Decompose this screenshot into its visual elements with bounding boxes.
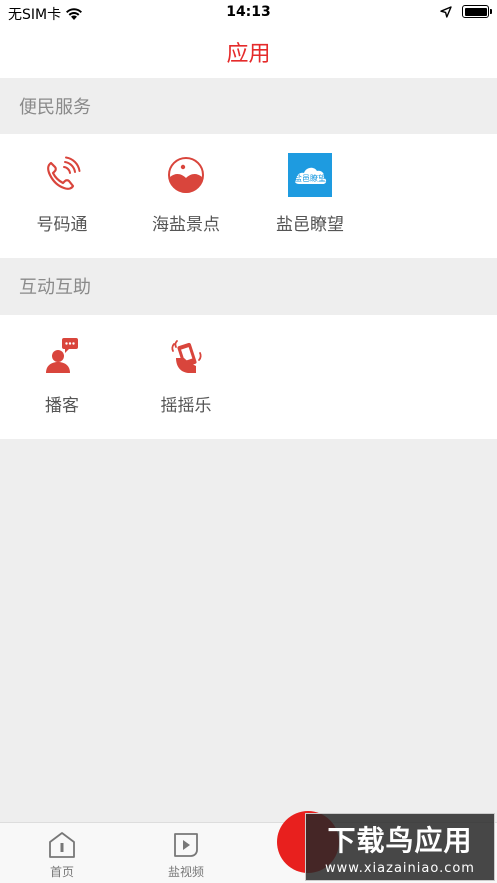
location-arrow-icon (440, 5, 452, 18)
watermark-text: 下载鸟应用 (327, 823, 473, 857)
video-icon (174, 833, 198, 857)
section-title: 便民服务 (19, 97, 91, 118)
watermark: 下载鸟应用 www.xiazainiao.com (305, 813, 495, 881)
app-item-haomatong[interactable]: 号码通 (0, 152, 124, 235)
watermark-url: www.xiazainiao.com (325, 860, 475, 876)
tab-label: 首页 (49, 865, 74, 879)
cloud-logo-icon: 盐邑瞭望 (287, 152, 333, 198)
section-header-services: 便民服务 (0, 78, 497, 134)
podcast-user-icon (39, 333, 85, 379)
home-icon (49, 832, 75, 858)
section-body-services: 号码通 海盐景点 盐邑瞭望 盐邑瞭望 (0, 134, 497, 258)
app-item-shake[interactable]: 摇摇乐 (124, 333, 248, 416)
tab-label: 盐视频 (167, 865, 204, 879)
app-label: 盐邑瞭望 (276, 215, 344, 235)
logo-text: 盐邑瞭望 (294, 173, 326, 183)
tab-home[interactable]: 首页 (0, 831, 124, 880)
battery-icon (462, 5, 492, 18)
app-label: 播客 (45, 396, 79, 416)
section-header-interaction: 互动互助 (0, 258, 497, 314)
status-bar: 无SIM卡 14:13 (0, 0, 497, 26)
shake-hand-icon (163, 333, 209, 379)
tab-video[interactable]: 盐视频 (124, 831, 248, 880)
app-item-podcast[interactable]: 播客 (0, 333, 124, 416)
app-label: 号码通 (36, 215, 88, 235)
nav-bar: 应用 (0, 26, 497, 78)
section-title: 互动互助 (19, 277, 91, 298)
app-item-scenic-spots[interactable]: 海盐景点 (124, 152, 248, 235)
app-label: 摇摇乐 (160, 396, 212, 416)
status-time: 14:13 (226, 4, 271, 20)
app-label: 海盐景点 (152, 215, 220, 235)
page-title: 应用 (226, 42, 271, 67)
phone-icon (39, 152, 85, 198)
app-item-yanyi-outlook[interactable]: 盐邑瞭望 盐邑瞭望 (248, 152, 372, 235)
scenic-spot-icon (163, 152, 209, 198)
section-body-interaction: 播客 摇摇乐 (0, 315, 497, 439)
status-right (440, 5, 492, 18)
